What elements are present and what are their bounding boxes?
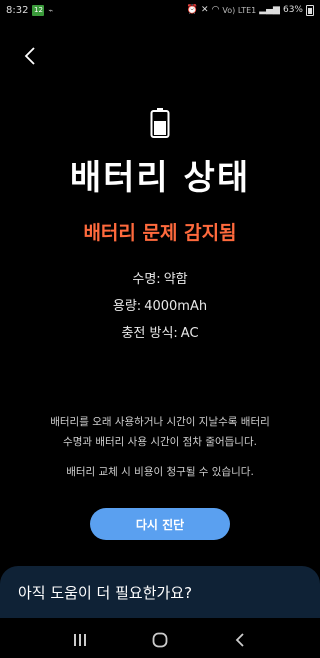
alarm-icon: ⏰ [186,5,199,15]
nav-back-button[interactable] [225,628,255,652]
page-title: 배터리 상태 [69,158,251,198]
home-icon [152,632,168,648]
help-card[interactable]: 아직 도움이 더 필요한가요? [0,566,320,618]
status-headline: 배터리 문제 감지됨 [83,222,237,244]
lifespan-label: 수명: [132,272,161,287]
charging-row: 충전 방식: AC [0,322,320,341]
description-text: 배터리를 오래 사용하거나 시간이 지날수록 배터리 수명과 배터리 사용 시간… [20,412,300,452]
status-battery-icon [306,4,314,16]
status-time: 8:32 [6,4,29,16]
description-line: 수명과 배터리 사용 시간이 점차 줄어듭니다. [63,436,257,448]
status-bar: 8:32 12 ⌁ ⏰ ✕ ◠ Vo) LTE1 ▂▄▆ 63% [0,0,320,20]
rediagnose-button[interactable]: 다시 진단 [90,508,230,540]
lifespan-value: 약함 [163,272,188,287]
network-label: Vo) LTE1 [222,5,257,15]
cost-notice: 배터리 교체 시 비용이 청구될 수 있습니다. [20,462,300,482]
capacity-label: 용량: [112,299,142,314]
mute-icon: ✕ [201,5,209,15]
home-button[interactable] [145,628,175,652]
charging-label: 충전 방식: [121,326,178,341]
charging-value: AC [180,326,199,341]
navigation-bar [0,622,320,658]
nav-back-icon [235,633,244,647]
back-icon [24,47,35,65]
wifi-icon: ◠ [211,5,220,15]
lifespan-row: 수명: 약함 [0,268,320,287]
recents-icon [74,634,86,646]
description-line: 배터리를 오래 사용하거나 시간이 지날수록 배터리 [50,416,270,428]
recents-button[interactable] [65,628,95,652]
capacity-value: 4000mAh [144,299,208,314]
battery-icon [150,108,170,138]
cost-notice-line: 배터리 교체 시 비용이 청구될 수 있습니다. [66,466,254,478]
battery-percent: 63% [282,5,303,15]
signal-icon: ▂▄▆ [259,5,280,15]
help-prompt: 아직 도움이 더 필요한가요? [18,583,193,602]
capacity-row: 용량: 4000mAh [0,295,320,314]
back-button[interactable] [18,44,42,68]
sync-icon: ⌁ [48,5,54,15]
calendar-icon: 12 [32,4,45,16]
